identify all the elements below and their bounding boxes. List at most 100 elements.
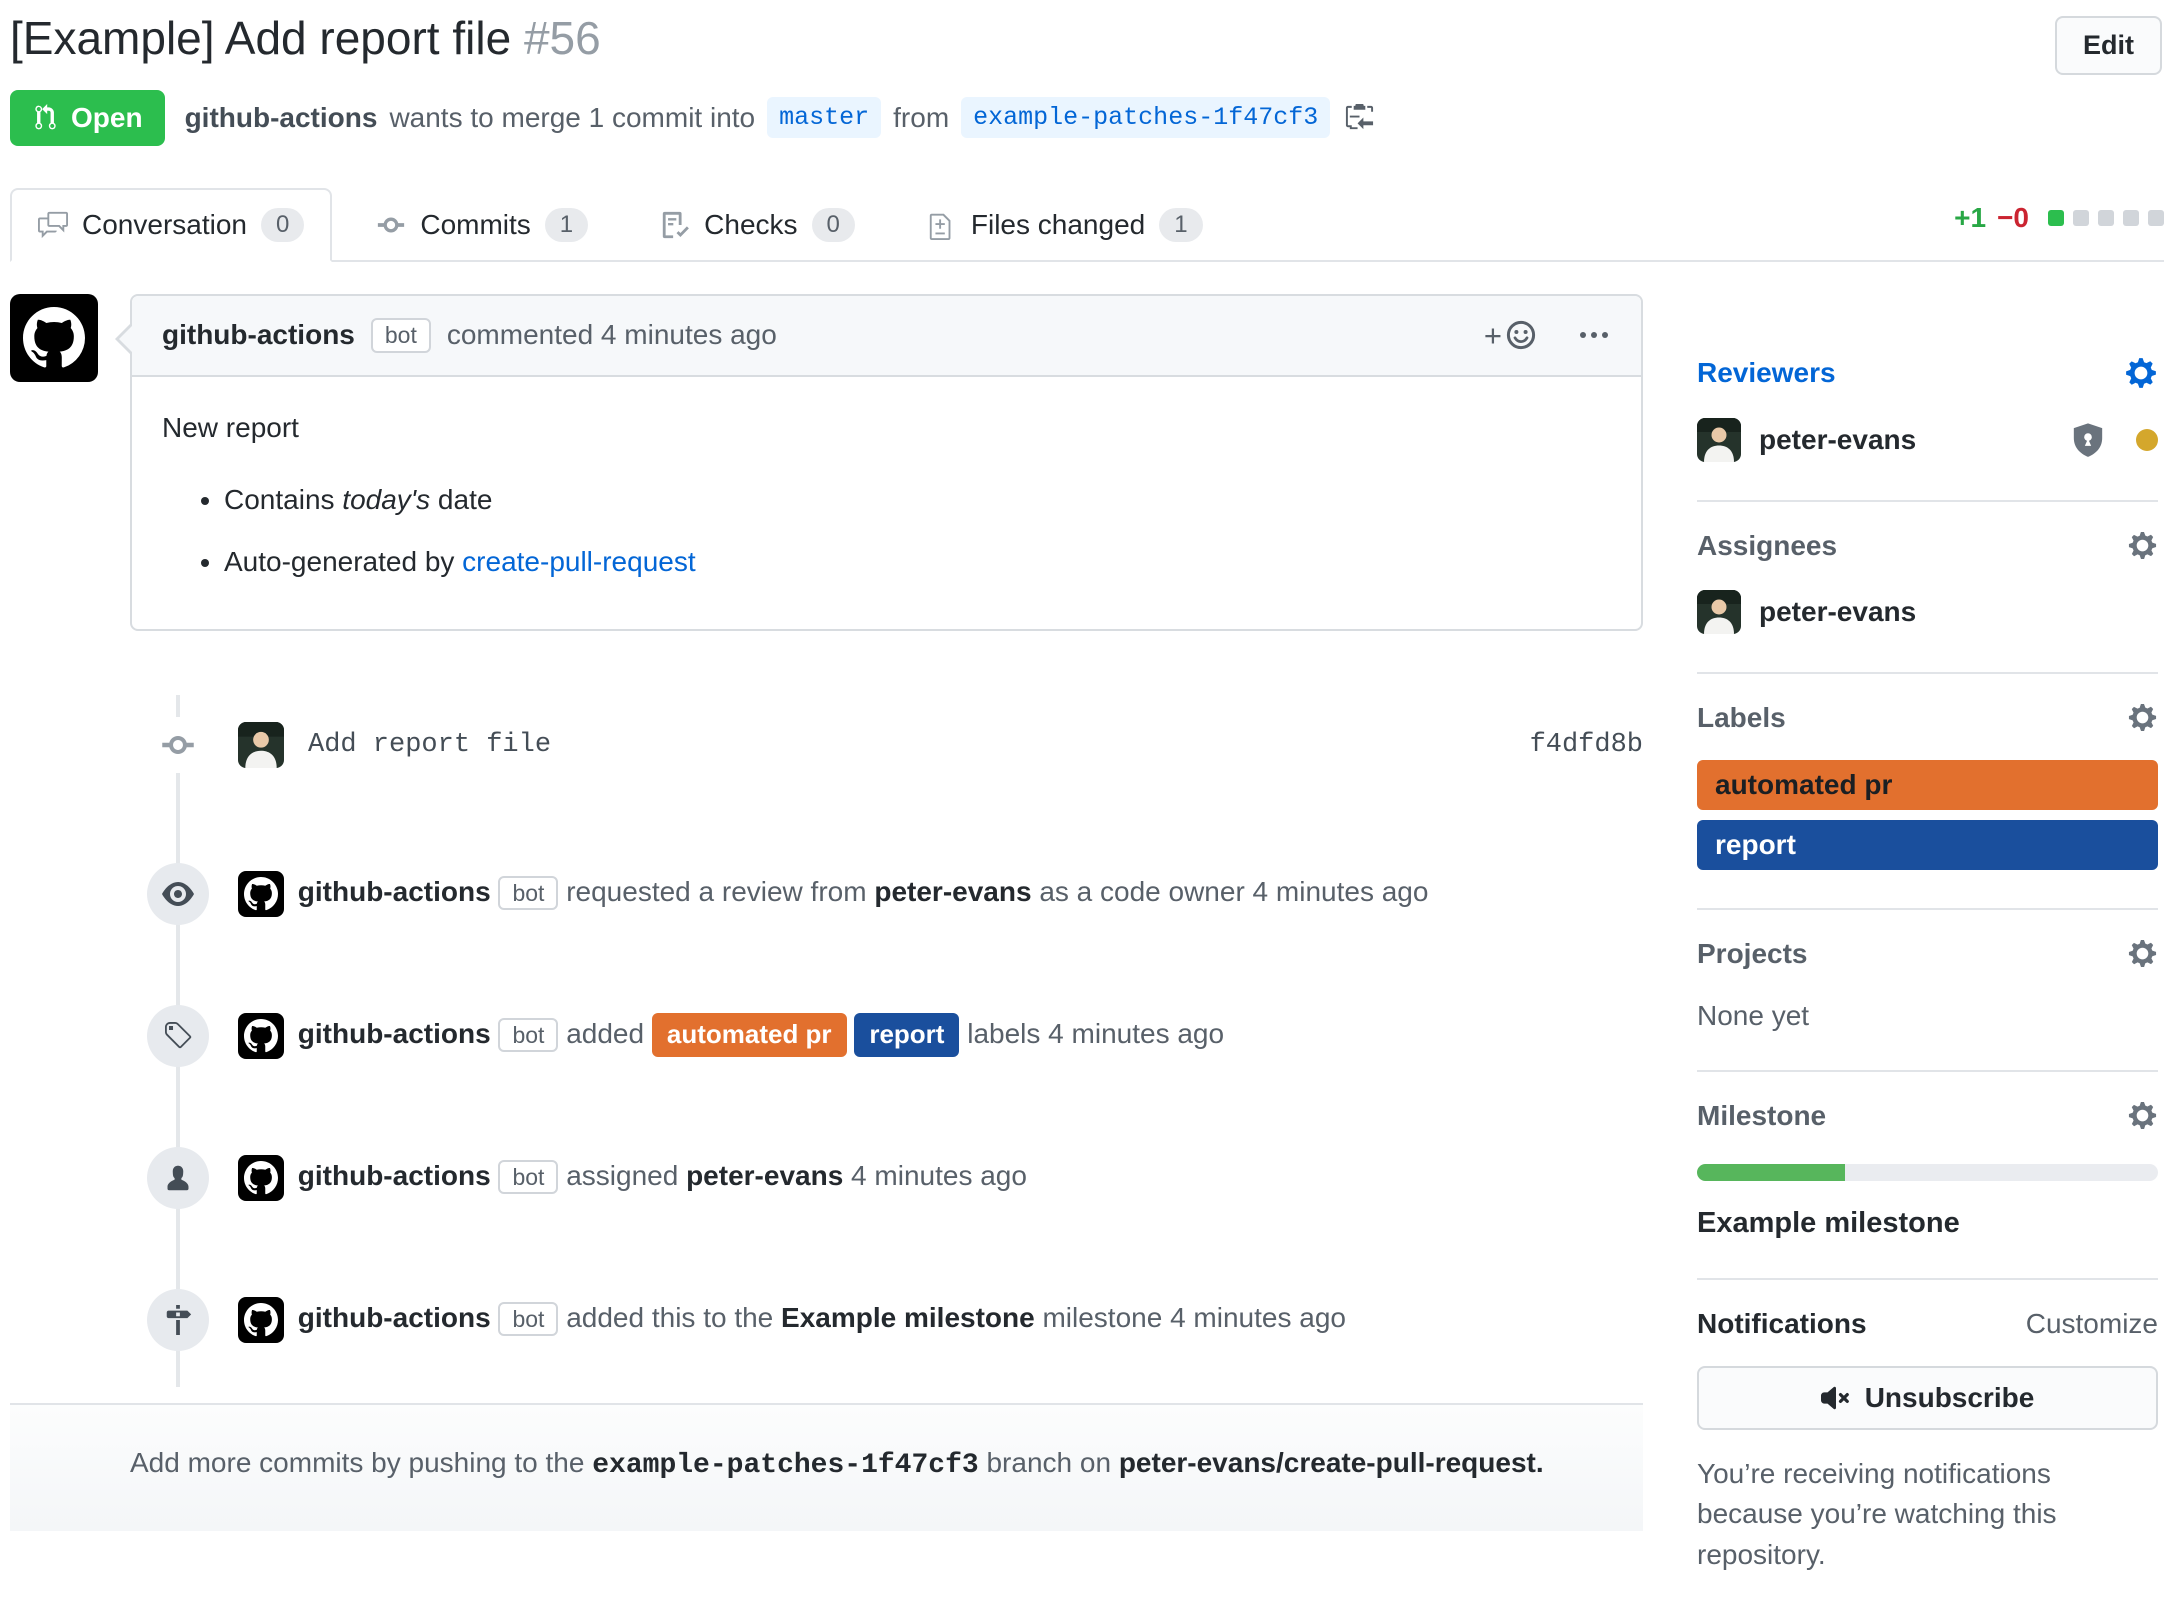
assignees-heading: Assignees — [1697, 530, 1837, 562]
event-text: milestone 4 minutes ago — [1042, 1302, 1346, 1333]
event-subject[interactable]: peter-evans — [874, 876, 1031, 907]
projects-section: Projects None yet — [1697, 910, 2158, 1072]
bullet-text: Contains — [224, 484, 335, 515]
event-actor[interactable]: github-actions — [298, 1160, 491, 1191]
pr-number: #56 — [524, 12, 601, 64]
assignees-section: Assignees peter-evans — [1697, 502, 2158, 674]
assignee-avatar[interactable] — [1697, 590, 1741, 634]
create-pull-request-link[interactable]: create-pull-request — [462, 546, 695, 577]
tab-conversation[interactable]: Conversation 0 — [10, 188, 332, 262]
open-status-badge: Open — [10, 90, 165, 146]
assignee-name[interactable]: peter-evans — [1759, 596, 1916, 628]
timeline-event-assigned: github-actions bot assigned peter-evans … — [10, 1107, 1643, 1249]
mute-icon — [1821, 1383, 1851, 1413]
kebab-menu-icon[interactable] — [1577, 329, 1611, 341]
push-instructions-text: branch on — [986, 1447, 1111, 1478]
comment-bullet: Contains today's date — [224, 479, 1611, 521]
tab-checks-count: 0 — [812, 208, 855, 242]
tag-icon — [147, 1005, 209, 1067]
tab-commits[interactable]: Commits 1 — [348, 188, 616, 262]
reviewers-heading[interactable]: Reviewers — [1697, 357, 1836, 389]
base-branch-chip[interactable]: master — [767, 97, 881, 138]
comment-header: github-actions bot commented 4 minutes a… — [132, 296, 1641, 377]
page-title: [Example] Add report file #56 — [10, 10, 2164, 68]
label-automated-pr[interactable]: automated pr — [1697, 760, 2158, 810]
label-automated-pr[interactable]: automated pr — [652, 1013, 847, 1057]
copy-branch-icon[interactable] — [1344, 102, 1375, 133]
timeline-event-milestoned: github-actions bot added this to the Exa… — [10, 1249, 1643, 1391]
tab-commits-label: Commits — [420, 209, 530, 241]
label-report[interactable]: report — [854, 1013, 959, 1057]
reviewer-avatar[interactable] — [1697, 418, 1741, 462]
label-report[interactable]: report — [1697, 820, 2158, 870]
add-reaction-button[interactable]: + — [1484, 319, 1537, 351]
diff-block-neutral — [2098, 210, 2114, 226]
milestone-gear-icon[interactable] — [2127, 1100, 2158, 1131]
diff-block-neutral — [2123, 210, 2139, 226]
commit-sha[interactable]: f4dfd8b — [1530, 730, 1643, 760]
git-commit-icon — [376, 210, 406, 240]
event-actor[interactable]: github-actions — [298, 1302, 491, 1333]
person-icon — [147, 1147, 209, 1209]
milestone-progress-fill — [1697, 1164, 1845, 1181]
deletions-count: −0 — [1997, 202, 2029, 234]
tab-files-changed-label: Files changed — [971, 209, 1145, 241]
milestone-progress-bar — [1697, 1164, 2158, 1181]
unsubscribe-button[interactable]: Unsubscribe — [1697, 1366, 2158, 1430]
milestone-heading: Milestone — [1697, 1100, 1826, 1132]
comment-discussion-icon — [38, 210, 68, 240]
diff-stat: +1 −0 — [1954, 202, 2164, 260]
labels-heading: Labels — [1697, 702, 1786, 734]
comment-bullet: Auto-generated by create-pull-request — [224, 541, 1611, 583]
edit-button[interactable]: Edit — [2055, 16, 2162, 75]
reviewers-section: Reviewers peter-evans — [1697, 328, 2158, 502]
bullet-italic-text: today's — [342, 484, 430, 515]
comment-intro: New report — [162, 407, 1611, 449]
notifications-caption: You’re receiving notifications because y… — [1697, 1454, 2158, 1576]
github-actions-avatar[interactable] — [238, 1013, 284, 1059]
head-branch-name: example-patches-1f47cf3 — [592, 1450, 978, 1481]
diff-block-neutral — [2073, 210, 2089, 226]
pr-title-text: [Example] Add report file — [10, 12, 511, 64]
sidebar: Reviewers peter-evans — [1697, 294, 2164, 1613]
shield-lock-icon — [2070, 422, 2106, 458]
github-actions-avatar[interactable] — [238, 871, 284, 917]
tab-conversation-label: Conversation — [82, 209, 247, 241]
comment-author[interactable]: github-actions — [162, 319, 355, 351]
bot-badge: bot — [498, 1160, 558, 1194]
reviewers-gear-icon[interactable] — [2124, 356, 2158, 390]
projects-gear-icon[interactable] — [2127, 938, 2158, 969]
github-actions-avatar[interactable] — [238, 1297, 284, 1343]
tab-checks-label: Checks — [704, 209, 797, 241]
milestone-name[interactable]: Example milestone — [1697, 1207, 2158, 1240]
timeline-event-labels-added: github-actions bot added automated pr re… — [10, 965, 1643, 1107]
customize-link[interactable]: Customize — [2026, 1308, 2158, 1340]
head-branch-chip[interactable]: example-patches-1f47cf3 — [961, 97, 1330, 138]
commit-author-avatar[interactable] — [238, 722, 284, 768]
assignees-gear-icon[interactable] — [2127, 530, 2158, 561]
commit-message[interactable]: Add report file — [308, 730, 551, 760]
bot-badge: bot — [498, 1302, 558, 1336]
bot-badge: bot — [371, 318, 431, 353]
event-text: 4 minutes ago — [851, 1160, 1027, 1191]
event-subject[interactable]: peter-evans — [686, 1160, 843, 1191]
projects-empty-text: None yet — [1697, 1000, 2158, 1032]
pr-author[interactable]: github-actions — [185, 102, 378, 134]
event-actor[interactable]: github-actions — [298, 876, 491, 907]
checklist-icon — [660, 210, 690, 240]
event-actor[interactable]: github-actions — [298, 1018, 491, 1049]
reviewer-name[interactable]: peter-evans — [1759, 424, 1916, 456]
labels-gear-icon[interactable] — [2127, 702, 2158, 733]
merge-summary-text: wants to merge 1 commit into — [389, 102, 755, 134]
timeline: Add report file f4dfd8b github-actions b… — [10, 695, 1643, 1391]
labels-section: Labels automated pr report — [1697, 674, 2158, 910]
pr-meta-row: Open github-actions wants to merge 1 com… — [10, 90, 2164, 146]
github-actions-avatar[interactable] — [10, 294, 98, 382]
tab-checks[interactable]: Checks 0 — [632, 188, 883, 262]
tab-files-changed[interactable]: Files changed 1 — [899, 188, 1231, 262]
event-subject[interactable]: Example milestone — [781, 1302, 1035, 1333]
pr-tab-bar: Conversation 0 Commits 1 Checks 0 Files … — [10, 188, 2164, 262]
github-actions-avatar[interactable] — [238, 1155, 284, 1201]
bot-badge: bot — [498, 1018, 558, 1052]
comment-meta[interactable]: commented 4 minutes ago — [447, 319, 777, 351]
